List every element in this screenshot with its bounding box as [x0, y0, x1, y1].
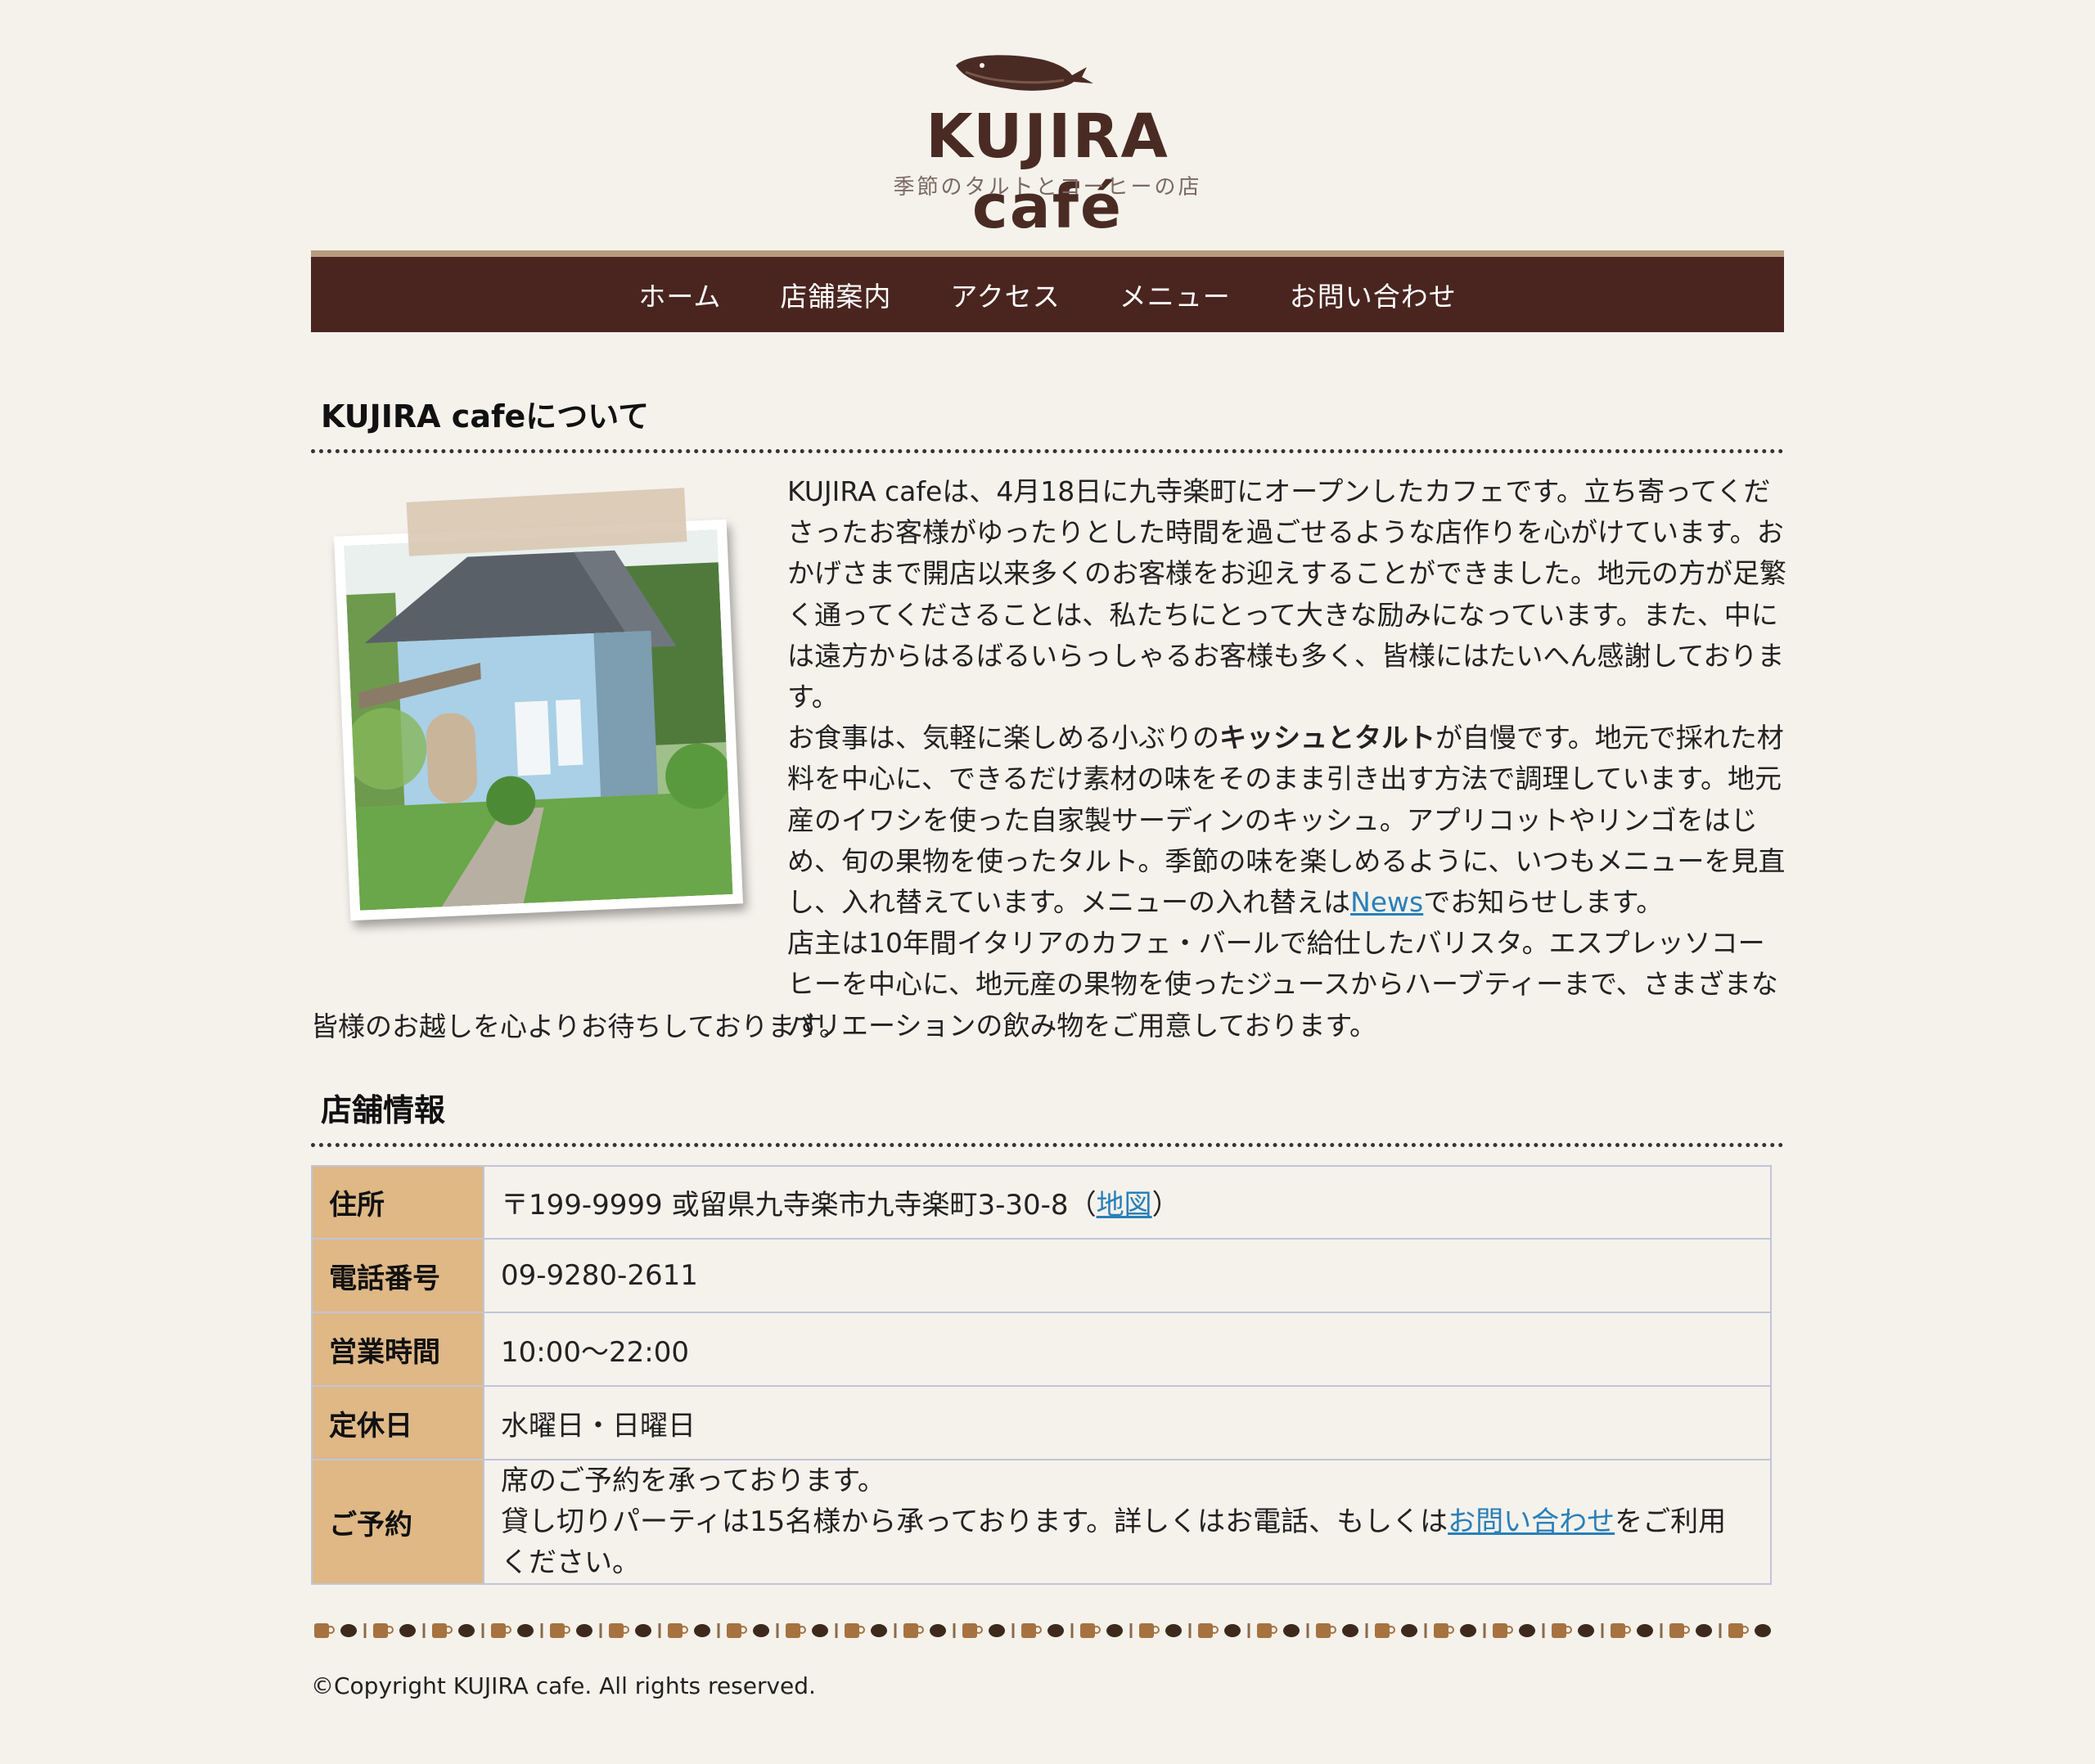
- news-link[interactable]: News: [1350, 886, 1423, 918]
- nav-home[interactable]: ホーム: [638, 275, 721, 314]
- about-paragraph-2: お食事は、気軽に楽しめる小ぶりのキッシュとタルトが自慢です。地元で採れた材料を中…: [787, 718, 1787, 923]
- reservation-line-1: 席のご予約を承っております。: [501, 1465, 885, 1497]
- photo-frame: [333, 519, 744, 921]
- coffee-cup-icon: [668, 1623, 688, 1638]
- coffee-cup-icon: [1728, 1623, 1749, 1638]
- coffee-cup-icon: [1080, 1623, 1101, 1638]
- site-logo[interactable]: KUJIRA café 季節のタルトとコーヒーの店: [867, 47, 1228, 242]
- contact-link[interactable]: お問い合わせ: [1448, 1505, 1615, 1538]
- shop-info-heading: 店舗情報: [311, 1085, 1784, 1147]
- reservation-line-2: 貸し切りパーティは15名様から承っております。詳しくはお電話、もしくはお問い合わ…: [501, 1501, 1754, 1583]
- coffee-cup-icon: [786, 1623, 806, 1638]
- coffee-cup-icon: [550, 1623, 570, 1638]
- cafe-building-image: [344, 529, 733, 911]
- coffee-cup-icon: [432, 1623, 453, 1638]
- coffee-bean-icon: [1224, 1624, 1241, 1637]
- coffee-cup-icon: [903, 1623, 924, 1638]
- coffee-divider: [314, 1623, 1771, 1638]
- about-p2-text: お食事は、気軽に楽しめる小ぶりの: [787, 722, 1219, 754]
- about-closing: 皆様のお越しを心よりお待ちしております。: [311, 1010, 847, 1042]
- coffee-bean-icon: [340, 1624, 357, 1637]
- coffee-bean-icon: [1401, 1624, 1417, 1637]
- coffee-bean-icon: [1106, 1624, 1123, 1637]
- nav-menu[interactable]: メニュー: [1120, 275, 1231, 314]
- phone-label: 電話番号: [311, 1238, 484, 1313]
- coffee-bean-icon: [753, 1624, 769, 1637]
- coffee-cup-icon: [1316, 1623, 1336, 1638]
- about-p2-text-3: でお知らせします。: [1423, 886, 1664, 919]
- coffee-cup-icon: [1198, 1623, 1219, 1638]
- coffee-cup-icon: [1375, 1623, 1395, 1638]
- hours-label: 営業時間: [311, 1312, 484, 1387]
- coffee-cup-icon: [1434, 1623, 1454, 1638]
- table-row: 電話番号 09-9280-2611: [311, 1238, 1772, 1313]
- closed-days-label: 定休日: [311, 1385, 484, 1460]
- reservation-text: 貸し切りパーティは15名様から承っております。詳しくはお電話、もしくは: [501, 1505, 1448, 1538]
- shop-info-table: 住所 〒199-9999 或留県九寺楽市九寺楽町3-30-8（地図） 電話番号 …: [311, 1165, 1772, 1585]
- coffee-cup-icon: [1021, 1623, 1042, 1638]
- table-row: 住所 〒199-9999 或留県九寺楽市九寺楽町3-30-8（地図）: [311, 1165, 1772, 1240]
- coffee-bean-icon: [576, 1624, 592, 1637]
- coffee-cup-icon: [1669, 1623, 1690, 1638]
- coffee-cup-icon: [1493, 1623, 1513, 1638]
- coffee-bean-icon: [1048, 1624, 1064, 1637]
- coffee-cup-icon: [845, 1623, 865, 1638]
- nav-contact[interactable]: お問い合わせ: [1290, 275, 1457, 314]
- address-close-paren: ）: [1151, 1189, 1180, 1222]
- about-body: KUJIRA cafeは、4月18日に九寺楽町にオープンしたカフェです。立ち寄っ…: [787, 471, 1787, 1046]
- brand-tagline: 季節のタルトとコーヒーの店: [893, 175, 1202, 200]
- table-row: 定休日 水曜日・日曜日: [311, 1385, 1772, 1460]
- quiche-tart-emphasis: キッシュとタルト: [1219, 722, 1435, 754]
- table-row: ご予約 席のご予約を承っております。 貸し切りパーティは15名様から承っておりま…: [311, 1459, 1772, 1585]
- coffee-cup-icon: [727, 1623, 747, 1638]
- cafe-photo: [333, 488, 744, 921]
- coffee-bean-icon: [458, 1624, 475, 1637]
- coffee-cup-icon: [1611, 1623, 1631, 1638]
- coffee-cup-icon: [609, 1623, 629, 1638]
- table-row: 営業時間 10:00〜22:00: [311, 1312, 1772, 1387]
- address-value: 〒199-9999 或留県九寺楽市九寺楽町3-30-8（地図）: [483, 1165, 1772, 1240]
- copyright-text: ©Copyright KUJIRA cafe. All rights reser…: [311, 1672, 816, 1699]
- coffee-bean-icon: [1519, 1624, 1535, 1637]
- address-label: 住所: [311, 1165, 484, 1240]
- coffee-cup-icon: [373, 1623, 394, 1638]
- coffee-bean-icon: [517, 1624, 534, 1637]
- nav-access[interactable]: アクセス: [950, 275, 1060, 314]
- coffee-bean-icon: [1578, 1624, 1594, 1637]
- coffee-bean-icon: [694, 1624, 710, 1637]
- coffee-bean-icon: [812, 1624, 828, 1637]
- reservation-label: ご予約: [311, 1459, 484, 1585]
- coffee-bean-icon: [930, 1624, 946, 1637]
- coffee-cup-icon: [1139, 1623, 1160, 1638]
- coffee-bean-icon: [1637, 1624, 1653, 1637]
- coffee-bean-icon: [1165, 1624, 1182, 1637]
- coffee-bean-icon: [1283, 1624, 1300, 1637]
- about-paragraph-3: 店主は10年間イタリアのカフェ・バールで給仕したバリスタ。エスプレッソコーヒーを…: [787, 927, 1778, 1042]
- coffee-bean-icon: [1460, 1624, 1476, 1637]
- reservation-value: 席のご予約を承っております。 貸し切りパーティは15名様から承っております。詳し…: [483, 1459, 1772, 1585]
- coffee-bean-icon: [1696, 1624, 1712, 1637]
- coffee-cup-icon: [962, 1623, 983, 1638]
- coffee-cup-icon: [314, 1623, 335, 1638]
- whale-logo-icon: [956, 55, 1093, 91]
- coffee-cup-icon: [1257, 1623, 1277, 1638]
- hours-value: 10:00〜22:00: [483, 1312, 1772, 1387]
- address-text: 〒199-9999 或留県九寺楽市九寺楽町3-30-8（: [501, 1189, 1097, 1222]
- coffee-bean-icon: [1342, 1624, 1358, 1637]
- coffee-cup-icon: [1552, 1623, 1572, 1638]
- phone-value: 09-9280-2611: [483, 1238, 1772, 1313]
- map-link[interactable]: 地図: [1097, 1189, 1152, 1222]
- about-paragraph-1: KUJIRA cafeは、4月18日に九寺楽町にオープンしたカフェです。立ち寄っ…: [787, 475, 1786, 713]
- nav-shop-info[interactable]: 店舗案内: [780, 275, 891, 314]
- main-nav: ホーム 店舗案内 アクセス メニュー お問い合わせ: [311, 250, 1784, 332]
- about-heading: KUJIRA cafeについて: [311, 391, 1784, 453]
- closed-days-value: 水曜日・日曜日: [483, 1385, 1772, 1460]
- coffee-bean-icon: [1755, 1624, 1771, 1637]
- coffee-bean-icon: [989, 1624, 1005, 1637]
- coffee-bean-icon: [871, 1624, 887, 1637]
- coffee-cup-icon: [491, 1623, 511, 1638]
- coffee-bean-icon: [399, 1624, 416, 1637]
- coffee-bean-icon: [635, 1624, 651, 1637]
